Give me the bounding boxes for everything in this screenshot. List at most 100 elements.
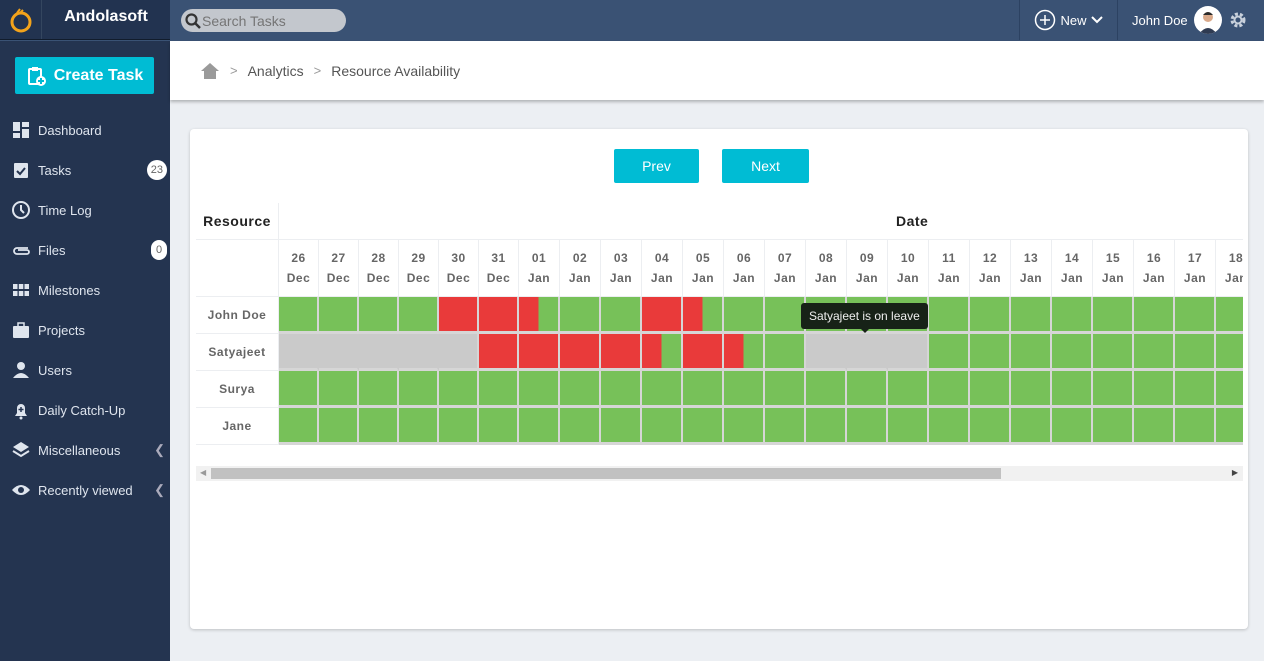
availability-cell-available[interactable] — [1093, 297, 1134, 334]
home-icon[interactable] — [200, 62, 220, 80]
availability-cell-available[interactable] — [1093, 334, 1134, 371]
availability-cell-available[interactable] — [1011, 334, 1052, 371]
availability-cell-available[interactable] — [1011, 297, 1052, 334]
availability-cell-available[interactable] — [1052, 371, 1093, 408]
availability-cell-busy[interactable] — [642, 297, 683, 334]
availability-cell-on-leave[interactable] — [888, 334, 929, 371]
sidebar-item-files[interactable]: Files 0 — [0, 230, 170, 270]
availability-cell-available[interactable] — [439, 371, 479, 408]
availability-cell-available[interactable] — [765, 408, 806, 445]
prev-button[interactable]: Prev — [614, 149, 699, 183]
availability-cell-available[interactable] — [1216, 408, 1243, 445]
horizontal-scrollbar[interactable]: ◀ ▶ — [196, 466, 1243, 481]
availability-cell-available[interactable] — [1216, 334, 1243, 371]
availability-cell-on-leave[interactable] — [359, 334, 399, 371]
sidebar-item-projects[interactable]: Projects — [0, 310, 170, 350]
availability-cell-available[interactable] — [765, 334, 806, 371]
availability-cell-available[interactable] — [929, 408, 970, 445]
chevron-left-icon[interactable]: ❮ — [154, 442, 165, 458]
availability-cell-available[interactable] — [1052, 297, 1093, 334]
availability-cell-available[interactable] — [359, 371, 399, 408]
availability-cell-available[interactable] — [724, 297, 765, 334]
availability-cell-available[interactable] — [319, 371, 359, 408]
availability-cell-available[interactable] — [399, 297, 439, 334]
availability-cell-available[interactable] — [724, 371, 765, 408]
next-button[interactable]: Next — [722, 149, 809, 183]
availability-cell-available[interactable] — [765, 371, 806, 408]
availability-cell-available[interactable] — [929, 334, 970, 371]
availability-cell-on-leave[interactable] — [439, 334, 479, 371]
availability-cell-on-leave[interactable] — [847, 334, 888, 371]
availability-cell-available[interactable] — [279, 297, 319, 334]
availability-cell-available[interactable] — [1134, 408, 1175, 445]
chevron-left-icon[interactable]: ❮ — [154, 482, 165, 498]
availability-cell-available[interactable] — [1216, 371, 1243, 408]
availability-cell-available[interactable] — [642, 371, 683, 408]
availability-cell-available[interactable] — [560, 297, 601, 334]
availability-cell-available[interactable] — [1175, 297, 1216, 334]
gear-icon[interactable] — [1228, 10, 1248, 30]
availability-cell-busy[interactable] — [601, 334, 642, 371]
availability-cell-available[interactable] — [279, 371, 319, 408]
availability-cell-busy[interactable] — [479, 334, 519, 371]
availability-cell-busy[interactable] — [479, 297, 519, 334]
availability-cell-available[interactable] — [560, 371, 601, 408]
availability-cell-available[interactable] — [439, 408, 479, 445]
availability-cell-available[interactable] — [847, 371, 888, 408]
availability-cell-available[interactable] — [601, 297, 642, 334]
availability-cell-available[interactable] — [1134, 297, 1175, 334]
availability-cell-available[interactable] — [929, 371, 970, 408]
scrollbar-thumb[interactable] — [211, 468, 1001, 479]
availability-cell-available[interactable] — [1011, 408, 1052, 445]
availability-cell-available[interactable] — [319, 408, 359, 445]
availability-cell-available[interactable] — [399, 408, 439, 445]
availability-cell-busy[interactable] — [560, 334, 601, 371]
sidebar-item-miscellaneous[interactable]: Miscellaneous ❮ — [0, 430, 170, 470]
sidebar-item-milestones[interactable]: Milestones — [0, 270, 170, 310]
availability-cell-available[interactable] — [1093, 408, 1134, 445]
availability-cell-available[interactable] — [888, 408, 929, 445]
availability-cell-available[interactable] — [560, 408, 601, 445]
breadcrumb-analytics[interactable]: Analytics — [248, 63, 304, 79]
availability-cell-available[interactable] — [1175, 408, 1216, 445]
scroll-left-icon[interactable]: ◀ — [200, 468, 206, 477]
logo-icon[interactable] — [0, 0, 42, 39]
availability-cell-available[interactable] — [1011, 371, 1052, 408]
availability-cell-available[interactable] — [970, 408, 1011, 445]
availability-cell-available[interactable] — [399, 371, 439, 408]
availability-cell-available[interactable] — [319, 297, 359, 334]
availability-cell-available[interactable] — [724, 408, 765, 445]
availability-cell-available[interactable] — [279, 408, 319, 445]
availability-cell-available[interactable] — [970, 297, 1011, 334]
availability-cell-on-leave[interactable] — [806, 334, 847, 371]
availability-cell-available[interactable] — [847, 408, 888, 445]
availability-cell-available[interactable] — [1175, 334, 1216, 371]
availability-cell-on-leave[interactable] — [279, 334, 319, 371]
availability-cell-available[interactable] — [683, 408, 724, 445]
availability-cell-available[interactable] — [888, 371, 929, 408]
availability-cell-available[interactable] — [519, 408, 560, 445]
sidebar-item-users[interactable]: Users — [0, 350, 170, 390]
availability-cell-available[interactable] — [519, 371, 560, 408]
search-box[interactable] — [181, 9, 346, 32]
availability-cell-available[interactable] — [479, 371, 519, 408]
availability-cell-available[interactable] — [1175, 371, 1216, 408]
availability-cell-available[interactable] — [601, 371, 642, 408]
availability-cell-available[interactable] — [359, 408, 399, 445]
availability-cell-available[interactable] — [806, 408, 847, 445]
search-input[interactable] — [202, 12, 342, 29]
availability-cell-available[interactable] — [929, 297, 970, 334]
availability-cell-half-busy[interactable] — [642, 334, 683, 371]
availability-cell-available[interactable] — [683, 371, 724, 408]
availability-cell-available[interactable] — [970, 334, 1011, 371]
availability-cell-busy[interactable] — [439, 297, 479, 334]
availability-cell-busy[interactable] — [683, 334, 724, 371]
scroll-right-icon[interactable]: ▶ — [1232, 468, 1238, 477]
availability-cell-available[interactable] — [1134, 371, 1175, 408]
sidebar-item-time-log[interactable]: Time Log — [0, 190, 170, 230]
availability-cell-available[interactable] — [642, 408, 683, 445]
availability-cell-busy[interactable] — [519, 334, 560, 371]
create-task-button[interactable]: Create Task — [15, 57, 154, 94]
sidebar-item-dashboard[interactable]: Dashboard — [0, 110, 170, 150]
availability-cell-available[interactable] — [970, 371, 1011, 408]
